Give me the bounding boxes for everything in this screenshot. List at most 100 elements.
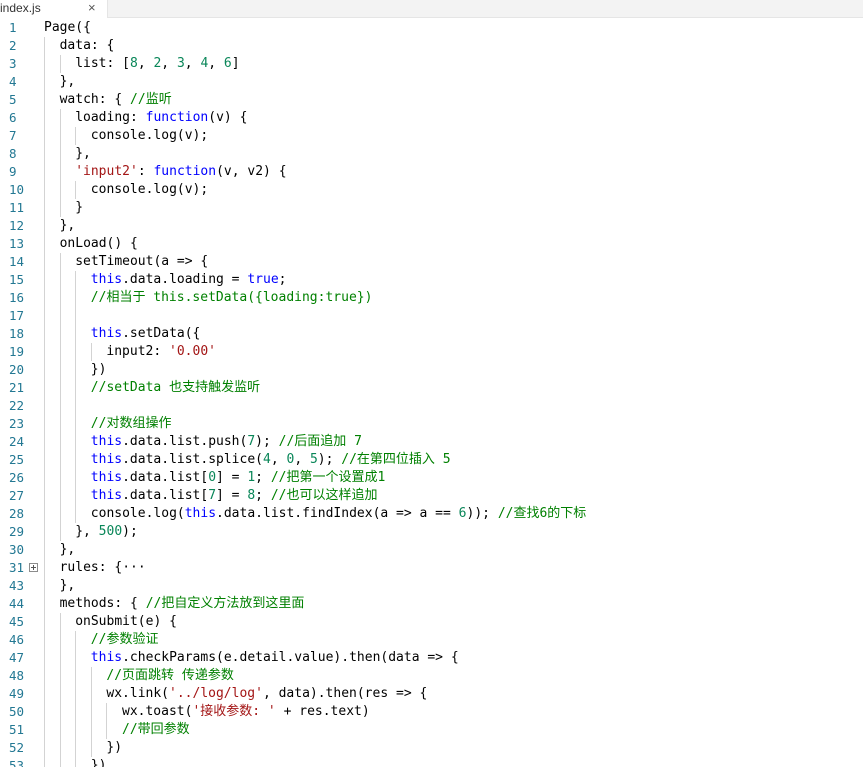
code-line[interactable]: 29 }, 500); bbox=[0, 523, 863, 541]
line-number: 49 bbox=[9, 686, 25, 701]
code-line[interactable]: 52}) bbox=[0, 739, 863, 757]
indent-guide bbox=[59, 685, 61, 703]
code-line[interactable]: 45 onSubmit(e) { bbox=[0, 613, 863, 631]
indent-guide bbox=[59, 361, 61, 379]
indent-guide bbox=[106, 703, 108, 721]
code-line[interactable]: 24 this.data.list.push(7); //后面追加 7 bbox=[0, 433, 863, 451]
indent-guide bbox=[90, 343, 92, 361]
code-text: //setData 也支持触发监听 bbox=[90, 380, 261, 395]
code-text: 'input2': function(v, v2) { bbox=[75, 164, 287, 179]
indent-guide bbox=[59, 199, 61, 217]
code-line[interactable]: 1 Page({ bbox=[0, 19, 863, 37]
code-line[interactable]: 12}, bbox=[0, 217, 863, 235]
indent-guide bbox=[90, 739, 92, 757]
code-text: }, bbox=[59, 218, 76, 233]
code-text: input2: '0.00' bbox=[106, 344, 216, 359]
indent-guide bbox=[44, 487, 45, 505]
code-line[interactable]: 10 console.log(v); bbox=[0, 181, 863, 199]
line-number: 53 bbox=[9, 758, 25, 767]
code-line[interactable]: 48 //页面跳转 传递参数 bbox=[0, 667, 863, 685]
code-line[interactable]: 43}, bbox=[0, 577, 863, 595]
code-line[interactable]: 53}) bbox=[0, 757, 863, 767]
code-line[interactable]: 22 bbox=[0, 397, 863, 415]
code-line[interactable]: 16 //相当于 this.setData({loading:true}) bbox=[0, 289, 863, 307]
indent-guide bbox=[44, 73, 45, 91]
code-text: //对数组操作 bbox=[90, 416, 172, 431]
code-text: }) bbox=[106, 740, 123, 755]
code-line[interactable]: 17 bbox=[0, 307, 863, 325]
code-line[interactable]: 19 input2: '0.00' bbox=[0, 343, 863, 361]
indent-guide bbox=[75, 397, 77, 415]
code-text: }, 500); bbox=[75, 524, 138, 539]
line-number: 14 bbox=[9, 254, 25, 269]
code-text: }) bbox=[90, 758, 107, 767]
tab-index-js[interactable]: index.js × bbox=[0, 0, 108, 18]
code-line[interactable]: 25 this.data.list.splice(4, 0, 5); //在第四位… bbox=[0, 451, 863, 469]
code-line[interactable]: 26 this.data.list[0] = 1; //把第一个设置成1 bbox=[0, 469, 863, 487]
code-text: }, bbox=[59, 578, 76, 593]
indent-guide bbox=[44, 325, 45, 343]
line-number: 16 bbox=[9, 290, 25, 305]
fold-expand-icon[interactable] bbox=[29, 563, 38, 572]
code-line[interactable]: 50 wx.toast('接收参数: ' + res.text) bbox=[0, 703, 863, 721]
code-line[interactable]: 44 methods: { //把自定义方法放到这里面 bbox=[0, 595, 863, 613]
code-line[interactable]: 15 this.data.loading = true; bbox=[0, 271, 863, 289]
code-text: //页面跳转 传递参数 bbox=[106, 668, 234, 683]
code-line[interactable]: 30}, bbox=[0, 541, 863, 559]
line-number: 30 bbox=[9, 542, 25, 557]
code-text: //带回参数 bbox=[122, 722, 190, 737]
indent-guide bbox=[90, 667, 92, 685]
code-line[interactable]: 11} bbox=[0, 199, 863, 217]
line-number: 8 bbox=[9, 146, 17, 161]
code-line[interactable]: 51 //带回参数 bbox=[0, 721, 863, 739]
indent-guide bbox=[59, 631, 61, 649]
code-line[interactable]: 4}, bbox=[0, 73, 863, 91]
indent-guide bbox=[75, 325, 77, 343]
code-line[interactable]: 20}) bbox=[0, 361, 863, 379]
indent-guide bbox=[44, 757, 45, 767]
indent-guide bbox=[75, 739, 77, 757]
indent-guide bbox=[44, 451, 45, 469]
code-line[interactable]: 2 data: { bbox=[0, 37, 863, 55]
indent-guide bbox=[44, 721, 45, 739]
code-line[interactable]: 9 'input2': function(v, v2) { bbox=[0, 163, 863, 181]
code-line[interactable]: 46 //参数验证 bbox=[0, 631, 863, 649]
code-line[interactable]: 18 this.setData({ bbox=[0, 325, 863, 343]
indent-guide bbox=[44, 595, 45, 613]
close-icon[interactable]: × bbox=[88, 0, 96, 16]
indent-guide bbox=[75, 649, 77, 667]
code-line[interactable]: 47 this.checkParams(e.detail.value).then(… bbox=[0, 649, 863, 667]
code-line[interactable]: 8}, bbox=[0, 145, 863, 163]
code-line[interactable]: 21 //setData 也支持触发监听 bbox=[0, 379, 863, 397]
code-line[interactable]: 28 console.log(this.data.list.findIndex(a… bbox=[0, 505, 863, 523]
indent-guide bbox=[90, 703, 92, 721]
line-number: 52 bbox=[9, 740, 25, 755]
indent-guide bbox=[59, 523, 61, 541]
line-number: 11 bbox=[9, 200, 25, 215]
indent-guide bbox=[59, 307, 61, 325]
code-editor[interactable]: 1 Page({2 data: {3 list: [8, 2, 3, 4, 6] 4},… bbox=[0, 18, 863, 767]
line-number: 29 bbox=[9, 524, 25, 539]
code-text: }, bbox=[59, 74, 76, 89]
code-line[interactable]: 14 setTimeout(a => { bbox=[0, 253, 863, 271]
indent-guide bbox=[59, 451, 61, 469]
indent-guide bbox=[90, 721, 92, 739]
indent-guide bbox=[59, 667, 61, 685]
code-line[interactable]: 13 onLoad() { bbox=[0, 235, 863, 253]
code-line[interactable]: 6 loading: function(v) { bbox=[0, 109, 863, 127]
indent-guide bbox=[44, 739, 45, 757]
code-line[interactable]: 5 watch: { //监听 bbox=[0, 91, 863, 109]
indent-guide bbox=[75, 487, 77, 505]
code-line[interactable]: 7 console.log(v); bbox=[0, 127, 863, 145]
code-text: this.data.list.push(7); //后面追加 7 bbox=[90, 434, 362, 449]
code-text: }, bbox=[59, 542, 76, 557]
code-line[interactable]: 23 //对数组操作 bbox=[0, 415, 863, 433]
indent-guide bbox=[75, 469, 77, 487]
code-line[interactable]: 3 list: [8, 2, 3, 4, 6] bbox=[0, 55, 863, 73]
code-line[interactable]: 27 this.data.list[7] = 8; //也可以这样追加 bbox=[0, 487, 863, 505]
code-text: //相当于 this.setData({loading:true}) bbox=[90, 290, 373, 305]
line-number: 47 bbox=[9, 650, 25, 665]
code-text: this.checkParams(e.detail.value).then(da… bbox=[90, 650, 459, 665]
code-line[interactable]: 31 rules: {··· bbox=[0, 559, 863, 577]
code-line[interactable]: 49 wx.link('../log/log', data).then(res =… bbox=[0, 685, 863, 703]
